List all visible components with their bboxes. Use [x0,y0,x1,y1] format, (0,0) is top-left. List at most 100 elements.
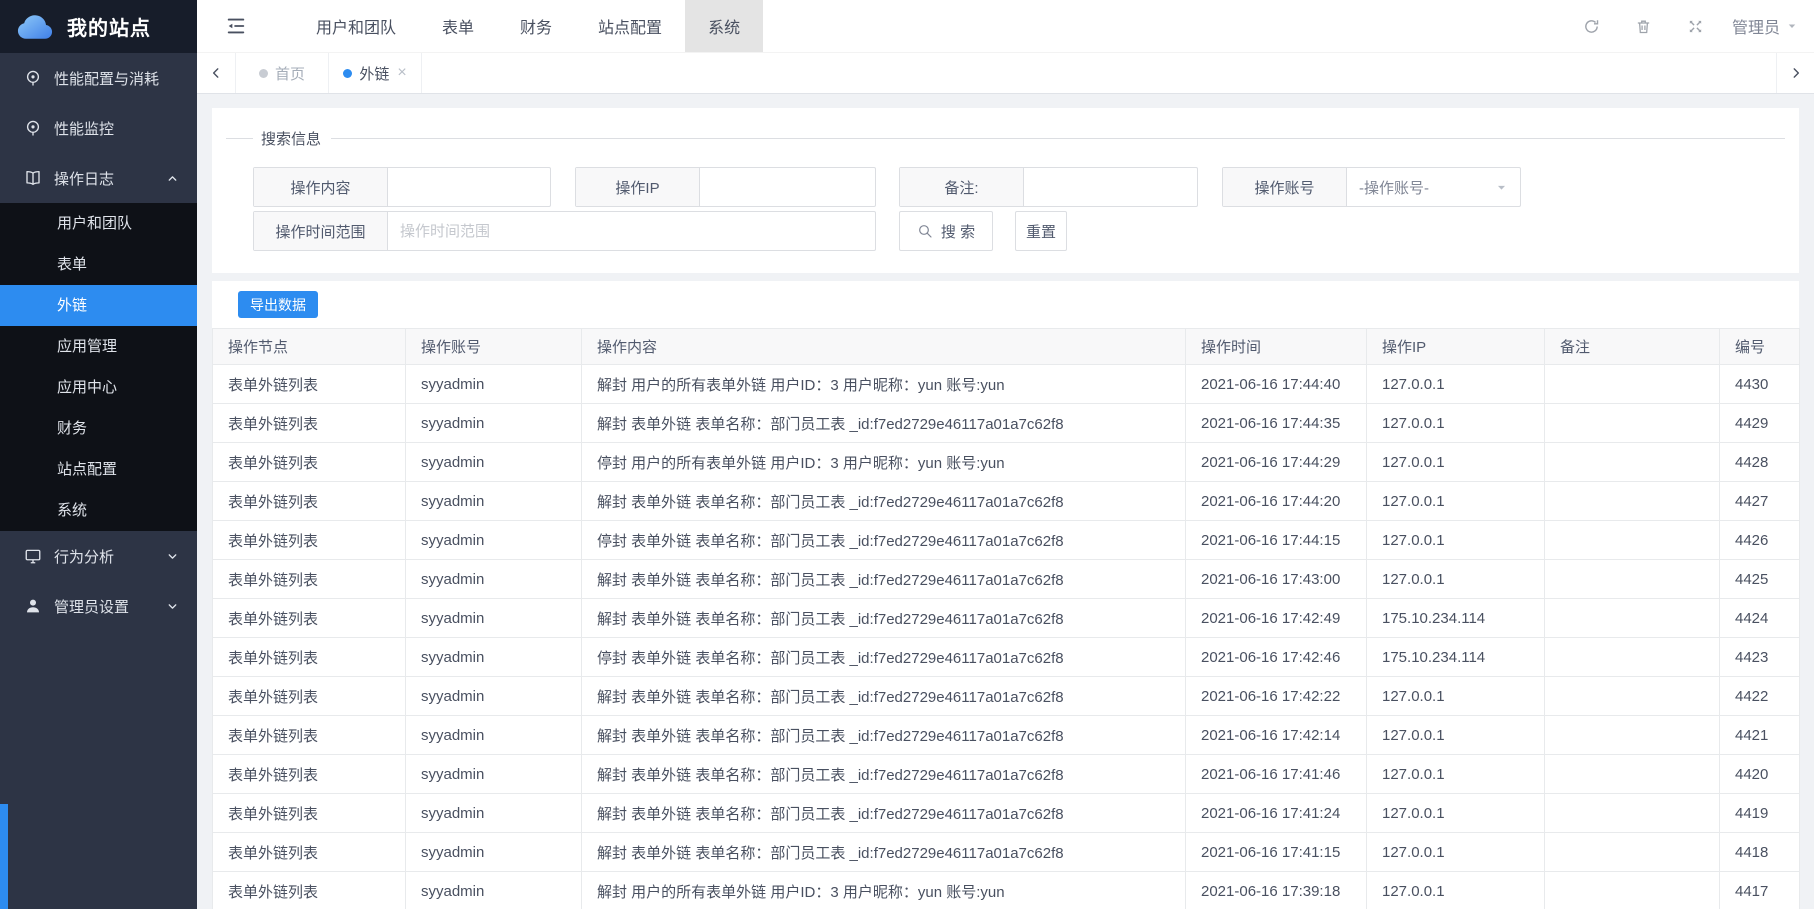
table-cell: 解封 表单外链 表单名称：部门员工表 _id:f7ed2729e46117a01… [582,794,1186,833]
sidebar-subitem[interactable]: 外链 [0,285,197,326]
table-cell: 2021-06-16 17:42:49 [1186,599,1367,638]
table-cell [1545,677,1720,716]
topnav-item[interactable]: 系统 [685,0,763,52]
table-cell: syyadmin [406,755,582,794]
tabs-scroll-right-icon[interactable] [1776,53,1814,93]
sidebar-item[interactable]: 性能配置与消耗 [0,53,197,103]
table-row: 表单外链列表syyadmin停封 表单外链 表单名称：部门员工表 _id:f7e… [213,521,1800,560]
table-cell [1545,521,1720,560]
table-cell: 解封 用户的所有表单外链 用户ID：3 用户昵称：yun 账号:yun [582,872,1186,909]
table-cell: 175.10.234.114 [1367,638,1545,677]
content-input[interactable] [388,168,550,206]
refresh-icon[interactable] [1566,18,1618,35]
search-row-1: 操作内容 操作IP 备注: 操作账号 -操作账号- [253,167,1785,207]
table-cell: syyadmin [406,482,582,521]
trash-icon[interactable] [1618,18,1670,35]
table-cell: 4418 [1720,833,1800,872]
sidebar: 我的站点 性能配置与消耗性能监控操作日志用户和团队表单外链应用管理应用中心财务站… [0,0,197,909]
sidebar-subitem[interactable]: 系统 [0,490,197,531]
search-button[interactable]: 搜 索 [899,211,993,251]
table-cell [1545,794,1720,833]
sidebar-item[interactable]: 行为分析 [0,531,197,581]
table-cell [1545,443,1720,482]
table-cell: 解封 表单外链 表单名称：部门员工表 _id:f7ed2729e46117a01… [582,755,1186,794]
column-header: 操作IP [1367,329,1545,365]
table-cell [1545,560,1720,599]
table-cell: 解封 表单外链 表单名称：部门员工表 _id:f7ed2729e46117a01… [582,404,1186,443]
menu-fold-icon[interactable] [197,15,247,37]
table-cell: 解封 表单外链 表单名称：部门员工表 _id:f7ed2729e46117a01… [582,560,1186,599]
page-tab[interactable]: 外链× [329,53,422,93]
topnav-tools: 管理员 [1566,14,1814,38]
topnav-item[interactable]: 站点配置 [575,0,685,52]
table-cell: 175.10.234.114 [1367,599,1545,638]
topnav-item[interactable]: 财务 [497,0,575,52]
account-field-label: 操作账号 [1223,168,1347,206]
table-cell: 表单外链列表 [213,365,406,404]
reset-button[interactable]: 重置 [1015,211,1067,251]
table-row: 表单外链列表syyadmin解封 表单外链 表单名称：部门员工表 _id:f7e… [213,716,1800,755]
table-header: 操作节点操作账号操作内容操作时间操作IP备注编号 [213,329,1800,365]
table-cell: 停封 表单外链 表单名称：部门员工表 _id:f7ed2729e46117a01… [582,638,1186,677]
table-cell: syyadmin [406,443,582,482]
export-data-button[interactable]: 导出数据 [238,291,318,318]
sidebar-item[interactable]: 操作日志 [0,153,197,203]
tabs-scroll-left-icon[interactable] [197,53,235,93]
table-row: 表单外链列表syyadmin解封 用户的所有表单外链 用户ID：3 用户昵称：y… [213,365,1800,404]
user-dropdown[interactable]: 管理员 [1732,14,1798,38]
time-range-input[interactable] [388,212,875,250]
table-cell: 127.0.0.1 [1367,794,1545,833]
ip-input[interactable] [700,168,875,206]
account-field-group: 操作账号 -操作账号- [1222,167,1521,207]
table-cell [1545,833,1720,872]
topnav-item[interactable]: 用户和团队 [293,0,419,52]
table-cell: 表单外链列表 [213,716,406,755]
sidebar-submenu: 用户和团队表单外链应用管理应用中心财务站点配置系统 [0,203,197,531]
topnav-item[interactable]: 表单 [419,0,497,52]
top-navbar: 用户和团队表单财务站点配置系统 管理员 [197,0,1814,53]
sidebar-item[interactable]: 性能监控 [0,103,197,153]
table-cell: 4421 [1720,716,1800,755]
page-tab[interactable]: 首页 [236,53,329,93]
sidebar-subitem[interactable]: 应用管理 [0,326,197,367]
column-header: 操作节点 [213,329,406,365]
topnav-menu: 用户和团队表单财务站点配置系统 [293,0,763,52]
table-cell: 表单外链列表 [213,560,406,599]
chevron-down-icon [166,550,179,563]
table-cell: syyadmin [406,638,582,677]
close-icon[interactable]: × [397,65,406,81]
note-input[interactable] [1024,168,1197,206]
table-cell: 4424 [1720,599,1800,638]
note-field-label: 备注: [900,168,1024,206]
table-cell [1545,716,1720,755]
table-cell: 解封 用户的所有表单外链 用户ID：3 用户昵称：yun 账号:yun [582,365,1186,404]
sidebar-subitem[interactable]: 表单 [0,244,197,285]
column-header: 操作账号 [406,329,582,365]
user-label: 管理员 [1732,14,1780,38]
table-cell: syyadmin [406,794,582,833]
account-select[interactable]: -操作账号- [1347,168,1520,206]
table-cell: 127.0.0.1 [1367,833,1545,872]
table-cell: 表单外链列表 [213,677,406,716]
expand-icon[interactable] [1670,18,1722,35]
sidebar-subitem[interactable]: 应用中心 [0,367,197,408]
table-row: 表单外链列表syyadmin解封 表单外链 表单名称：部门员工表 _id:f7e… [213,482,1800,521]
sidebar-scrollbar-thumb[interactable] [0,804,8,909]
account-select-value: -操作账号- [1359,177,1429,198]
table-cell: 4423 [1720,638,1800,677]
table-cell: 解封 表单外链 表单名称：部门员工表 _id:f7ed2729e46117a01… [582,677,1186,716]
sidebar-subitem[interactable]: 用户和团队 [0,203,197,244]
operation-log-table: 操作节点操作账号操作内容操作时间操作IP备注编号 表单外链列表syyadmin解… [212,328,1800,909]
table-cell: 2021-06-16 17:41:24 [1186,794,1367,833]
table-cell: 127.0.0.1 [1367,560,1545,599]
sidebar-subitem[interactable]: 站点配置 [0,449,197,490]
table-cell: syyadmin [406,404,582,443]
table-cell: 2021-06-16 17:43:00 [1186,560,1367,599]
search-legend: 搜索信息 [253,128,331,149]
sidebar-item-label: 性能配置与消耗 [54,68,179,89]
table-cell: 4427 [1720,482,1800,521]
sidebar-subitem[interactable]: 财务 [0,408,197,449]
monitor-icon [24,547,42,565]
table-cell: 表单外链列表 [213,482,406,521]
sidebar-item[interactable]: 管理员设置 [0,581,197,631]
